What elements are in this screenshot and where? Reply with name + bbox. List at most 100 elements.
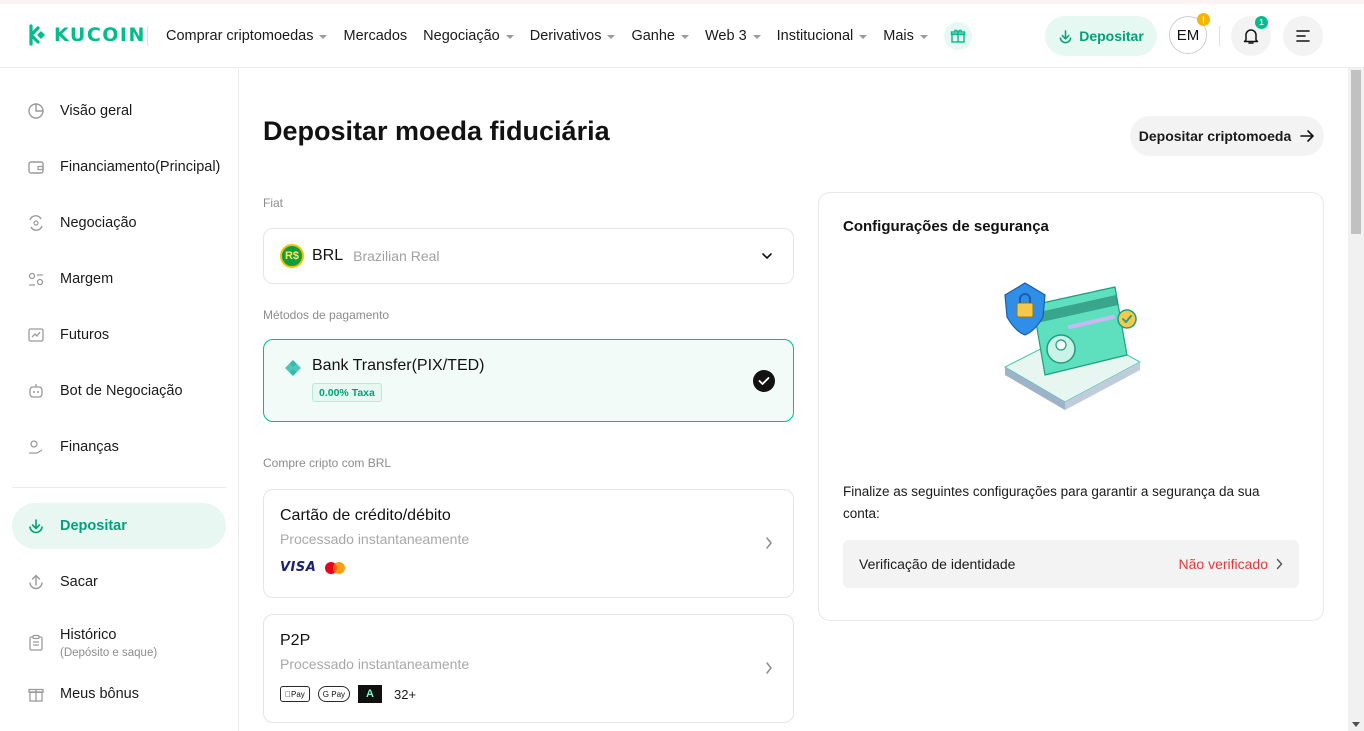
scroll-down-arrow-icon[interactable] bbox=[1352, 722, 1360, 727]
apple-pay-logo: Pay bbox=[280, 686, 310, 702]
main-nav: Comprar criptomoedas Mercados Negociação… bbox=[166, 4, 972, 68]
pix-icon bbox=[285, 360, 301, 376]
top-header: KUCOIN Comprar criptomoedas Mercados Neg… bbox=[0, 4, 1364, 68]
payment-logos: Pay G Pay A 32+ bbox=[280, 685, 416, 703]
nav-institutional[interactable]: Institucional bbox=[777, 28, 868, 44]
nav-derivatives[interactable]: Derivativos bbox=[530, 28, 616, 44]
sidebar-item-trading-bot[interactable]: Bot de Negociação bbox=[12, 368, 226, 414]
sidebar-divider bbox=[12, 487, 226, 488]
sidebar-item-label: Margem bbox=[60, 271, 114, 287]
payment-logos: VISA bbox=[280, 560, 346, 575]
buy-option-subtitle: Processado instantaneamente bbox=[280, 531, 470, 547]
visa-logo: VISA bbox=[280, 560, 317, 575]
sidebar-item-history-text: Histórico (Depósito e saque) bbox=[60, 627, 157, 659]
kucoin-logo-icon bbox=[29, 24, 45, 46]
security-title: Configurações de segurança bbox=[843, 218, 1049, 235]
avatar[interactable]: EM ! bbox=[1169, 13, 1210, 54]
avatar-initials: EM bbox=[1176, 26, 1200, 44]
margin-icon bbox=[26, 269, 46, 289]
fee-badge: 0.00% Taxa bbox=[312, 383, 382, 402]
mastercard-logo bbox=[325, 561, 346, 574]
sidebar: Visão geral Financiamento(Principal) Neg… bbox=[0, 69, 239, 731]
logo-text: KUCOIN bbox=[54, 24, 146, 46]
menu-icon bbox=[1296, 30, 1310, 42]
deposit-crypto-label: Depositar criptomoeda bbox=[1138, 128, 1292, 144]
sidebar-item-label: Negociação bbox=[60, 215, 137, 231]
gift-icon bbox=[950, 29, 966, 43]
sidebar-item-deposit[interactable]: Depositar bbox=[12, 503, 226, 549]
buy-option-card[interactable]: Cartão de crédito/débito Processado inst… bbox=[263, 489, 794, 598]
sidebar-item-withdraw[interactable]: Sacar bbox=[12, 559, 226, 605]
page-scrollbar[interactable] bbox=[1348, 68, 1364, 731]
sidebar-item-label: Bot de Negociação bbox=[60, 383, 183, 399]
verification-status-text: Não verificado bbox=[1178, 556, 1269, 572]
sidebar-item-my-bonus[interactable]: Meus bônus bbox=[12, 671, 226, 717]
header-divider bbox=[147, 26, 148, 46]
verification-status: Não verificado bbox=[1179, 556, 1284, 572]
sidebar-item-finance[interactable]: Finanças bbox=[12, 424, 226, 470]
caret-down-icon bbox=[607, 35, 616, 39]
sidebar-item-label: Histórico bbox=[60, 627, 117, 643]
fiat-name: Brazilian Real bbox=[353, 248, 440, 264]
sidebar-item-trading[interactable]: Negociação bbox=[12, 200, 226, 246]
payment-method-title: Bank Transfer(PIX/TED) bbox=[312, 357, 485, 374]
finance-icon bbox=[26, 437, 46, 457]
nav-label: Mais bbox=[883, 28, 914, 44]
identity-verification-label: Verificação de identidade bbox=[859, 556, 1016, 572]
notifications-button[interactable]: 1 bbox=[1231, 16, 1271, 56]
trade-icon bbox=[26, 213, 46, 233]
nav-more[interactable]: Mais bbox=[883, 28, 928, 44]
pie-chart-icon bbox=[26, 101, 46, 121]
sidebar-item-history[interactable]: Histórico (Depósito e saque) bbox=[12, 615, 226, 671]
nav-earn[interactable]: Ganhe bbox=[631, 28, 689, 44]
sidebar-item-margin[interactable]: Margem bbox=[12, 256, 226, 302]
sidebar-item-overview[interactable]: Visão geral bbox=[12, 88, 226, 134]
caret-down-icon bbox=[505, 35, 514, 39]
payment-method-bank-transfer[interactable]: Bank Transfer(PIX/TED) 0.00% Taxa bbox=[263, 339, 794, 422]
more-methods-count: 32+ bbox=[388, 686, 416, 702]
sidebar-item-label: Sacar bbox=[60, 574, 98, 590]
nav-buy-crypto[interactable]: Comprar criptomoedas bbox=[166, 28, 328, 44]
scrollbar-thumb[interactable] bbox=[1351, 70, 1361, 234]
brl-currency-icon: R$ bbox=[280, 244, 304, 268]
deposit-crypto-button[interactable]: Depositar criptomoeda bbox=[1130, 116, 1324, 156]
nav-label: Negociação bbox=[423, 28, 500, 44]
deposit-icon bbox=[26, 516, 46, 536]
gift-button[interactable] bbox=[943, 22, 972, 50]
sidebar-item-label: Meus bônus bbox=[60, 686, 139, 702]
header-deposit-button[interactable]: Depositar bbox=[1045, 16, 1157, 56]
nav-label: Institucional bbox=[776, 28, 854, 44]
nav-markets[interactable]: Mercados bbox=[343, 28, 407, 44]
fiat-currency-select[interactable]: R$ BRL Brazilian Real bbox=[263, 228, 794, 284]
caret-down-icon bbox=[859, 35, 868, 39]
caret-down-icon bbox=[752, 35, 761, 39]
chevron-right-icon bbox=[766, 662, 772, 674]
nav-label: Comprar criptomoedas bbox=[166, 28, 314, 44]
fiat-label: Fiat bbox=[263, 196, 284, 210]
arrow-right-icon bbox=[1300, 130, 1315, 142]
caret-down-icon bbox=[919, 35, 928, 39]
sidebar-item-label: Finanças bbox=[60, 439, 119, 455]
bell-icon bbox=[1243, 29, 1259, 44]
kucoin-logo[interactable]: KUCOIN bbox=[24, 23, 146, 47]
download-icon bbox=[1059, 29, 1072, 43]
chevron-right-icon bbox=[766, 537, 772, 549]
sidebar-item-funding[interactable]: Financiamento(Principal) bbox=[12, 144, 226, 190]
menu-button[interactable] bbox=[1283, 16, 1323, 56]
nav-trade[interactable]: Negociação bbox=[423, 28, 514, 44]
astropay-logo: A bbox=[358, 685, 383, 703]
security-illustration bbox=[1003, 282, 1142, 410]
buy-option-title: P2P bbox=[280, 632, 311, 649]
nav-label: Derivativos bbox=[529, 28, 602, 44]
history-icon bbox=[26, 633, 46, 653]
sidebar-item-futures[interactable]: Futuros bbox=[12, 312, 226, 358]
check-circle-icon bbox=[753, 370, 775, 392]
wallet-icon bbox=[26, 157, 46, 177]
buy-option-card[interactable]: P2P Processado instantaneamente Pay G P… bbox=[263, 614, 794, 723]
header-deposit-label: Depositar bbox=[1079, 28, 1144, 44]
nav-web3[interactable]: Web 3 bbox=[705, 28, 761, 44]
chevron-down-icon bbox=[762, 253, 772, 259]
header-divider bbox=[1219, 26, 1220, 46]
identity-verification-row[interactable]: Verificação de identidade Não verificado bbox=[843, 540, 1299, 588]
withdraw-icon bbox=[26, 572, 46, 592]
